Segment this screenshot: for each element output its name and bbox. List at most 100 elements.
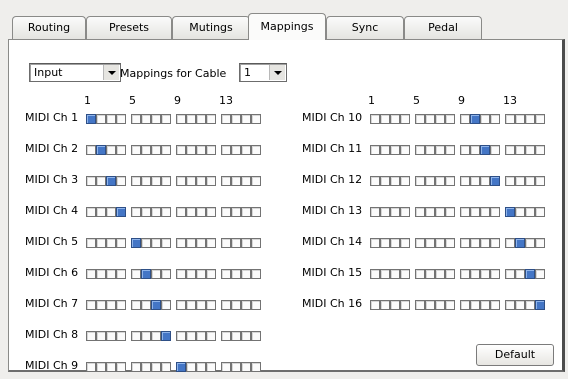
mapping-cell[interactable] [445, 269, 455, 279]
mapping-cell[interactable] [390, 145, 400, 155]
mapping-cell-selected[interactable] [535, 300, 545, 310]
mapping-cell[interactable] [415, 269, 425, 279]
mapping-cell[interactable] [505, 145, 515, 155]
mapping-cell[interactable] [515, 114, 525, 124]
mapping-cell[interactable] [505, 114, 515, 124]
mapping-cell[interactable] [251, 114, 261, 124]
mapping-cell[interactable] [470, 207, 480, 217]
mapping-cell[interactable] [435, 269, 445, 279]
mapping-cell[interactable] [535, 238, 545, 248]
mapping-cell[interactable] [106, 362, 116, 372]
mapping-cell[interactable] [415, 176, 425, 186]
mapping-cell[interactable] [161, 114, 171, 124]
mapping-cell[interactable] [535, 145, 545, 155]
mapping-cell[interactable] [241, 300, 251, 310]
mapping-cell[interactable] [141, 207, 151, 217]
mapping-cell[interactable] [106, 331, 116, 341]
mapping-cell[interactable] [186, 238, 196, 248]
mapping-cell[interactable] [370, 300, 380, 310]
mapping-cell[interactable] [106, 300, 116, 310]
mapping-cell[interactable] [151, 331, 161, 341]
mapping-cell[interactable] [251, 300, 261, 310]
mapping-cell[interactable] [515, 207, 525, 217]
mapping-cell[interactable] [460, 269, 470, 279]
tab-sync[interactable]: Sync [326, 16, 404, 40]
mapping-cell[interactable] [251, 362, 261, 372]
mapping-cell[interactable] [505, 269, 515, 279]
mapping-cell[interactable] [251, 207, 261, 217]
mapping-cell[interactable] [86, 331, 96, 341]
mapping-cell[interactable] [131, 114, 141, 124]
mapping-cell[interactable] [116, 331, 126, 341]
mapping-cell[interactable] [470, 176, 480, 186]
mapping-cell[interactable] [241, 145, 251, 155]
mapping-cell[interactable] [390, 207, 400, 217]
mapping-cell[interactable] [231, 362, 241, 372]
tab-pedal[interactable]: Pedal [404, 16, 482, 40]
mapping-cell[interactable] [370, 207, 380, 217]
mapping-cell-selected[interactable] [505, 207, 515, 217]
mapping-cell[interactable] [196, 176, 206, 186]
mapping-cell[interactable] [141, 238, 151, 248]
mapping-cell[interactable] [176, 176, 186, 186]
mapping-cell[interactable] [161, 238, 171, 248]
mapping-cell[interactable] [131, 362, 141, 372]
mapping-cell[interactable] [490, 114, 500, 124]
mapping-cell[interactable] [400, 176, 410, 186]
mapping-cell[interactable] [251, 176, 261, 186]
mapping-cell[interactable] [151, 114, 161, 124]
mapping-cell-selected[interactable] [131, 238, 141, 248]
mapping-cell[interactable] [390, 114, 400, 124]
mapping-cell[interactable] [460, 238, 470, 248]
cable-select[interactable]: 1 [239, 63, 287, 82]
mapping-cell-selected[interactable] [96, 145, 106, 155]
mapping-cell[interactable] [131, 176, 141, 186]
mapping-cell[interactable] [460, 300, 470, 310]
mapping-cell[interactable] [525, 145, 535, 155]
mapping-cell[interactable] [151, 176, 161, 186]
mapping-cell[interactable] [231, 238, 241, 248]
mapping-cell[interactable] [370, 238, 380, 248]
mapping-cell[interactable] [206, 145, 216, 155]
mapping-cell-selected[interactable] [480, 145, 490, 155]
mapping-cell[interactable] [96, 331, 106, 341]
mapping-cell-selected[interactable] [116, 207, 126, 217]
mapping-cell[interactable] [116, 269, 126, 279]
mapping-cell[interactable] [415, 238, 425, 248]
mapping-cell[interactable] [151, 269, 161, 279]
mapping-cell[interactable] [505, 300, 515, 310]
mapping-cell-selected[interactable] [470, 114, 480, 124]
mapping-cell[interactable] [96, 207, 106, 217]
mapping-cell[interactable] [231, 300, 241, 310]
mapping-cell[interactable] [400, 207, 410, 217]
mapping-cell[interactable] [470, 238, 480, 248]
mapping-cell[interactable] [221, 207, 231, 217]
mapping-cell[interactable] [535, 114, 545, 124]
mapping-cell[interactable] [221, 362, 231, 372]
mapping-cell[interactable] [241, 238, 251, 248]
mapping-cell-selected[interactable] [515, 238, 525, 248]
mapping-cell[interactable] [490, 269, 500, 279]
mapping-cell[interactable] [251, 145, 261, 155]
mapping-cell[interactable] [470, 145, 480, 155]
mapping-cell[interactable] [505, 176, 515, 186]
mapping-cell[interactable] [480, 238, 490, 248]
mapping-cell[interactable] [445, 114, 455, 124]
mapping-cell[interactable] [141, 145, 151, 155]
mapping-cell[interactable] [380, 238, 390, 248]
mapping-cell[interactable] [116, 176, 126, 186]
mapping-cell[interactable] [370, 269, 380, 279]
mapping-cell[interactable] [525, 176, 535, 186]
mapping-cell[interactable] [86, 145, 96, 155]
mapping-cell[interactable] [196, 362, 206, 372]
mapping-cell[interactable] [206, 300, 216, 310]
chevron-down-icon[interactable] [103, 65, 119, 80]
mapping-cell[interactable] [415, 114, 425, 124]
mapping-cell[interactable] [176, 238, 186, 248]
mapping-cell[interactable] [400, 145, 410, 155]
mapping-cell[interactable] [206, 269, 216, 279]
mapping-cell[interactable] [415, 300, 425, 310]
mapping-cell[interactable] [525, 300, 535, 310]
mapping-cell[interactable] [116, 114, 126, 124]
mapping-cell[interactable] [116, 145, 126, 155]
